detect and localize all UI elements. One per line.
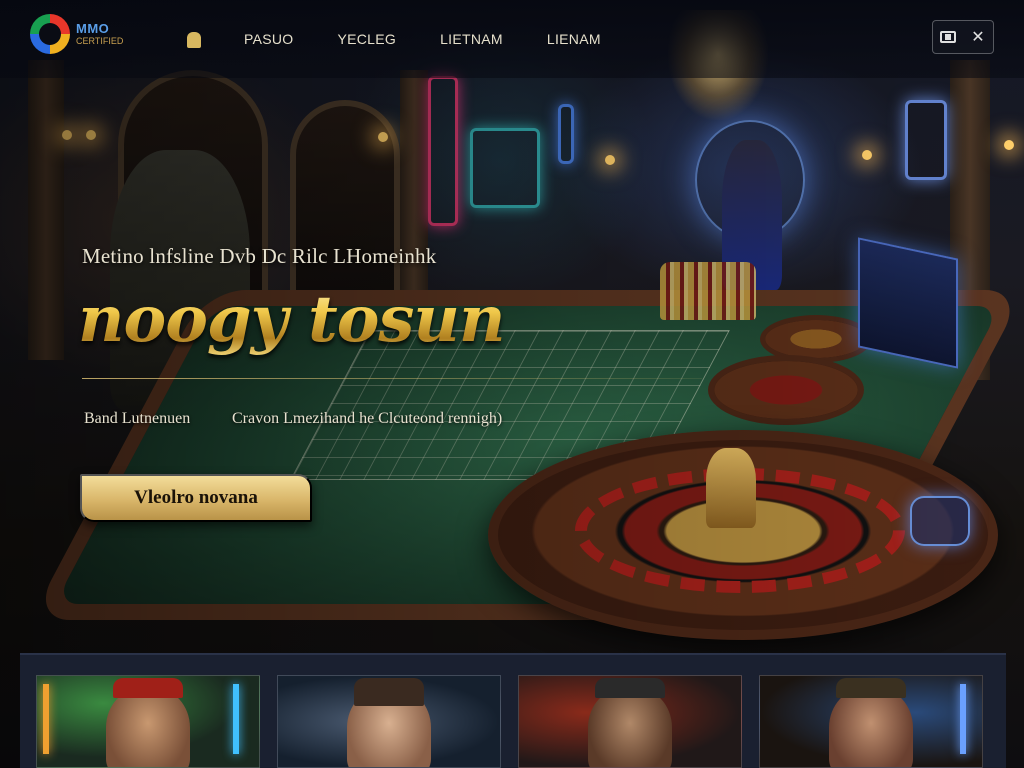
- hero-subtitle: Metino lnfsline Dvb Dc Rilc LHomeinhk: [82, 244, 437, 268]
- bell-icon[interactable]: [187, 32, 201, 48]
- game-card-4[interactable]: [759, 675, 983, 768]
- game-card-1[interactable]: [36, 675, 260, 768]
- nav-item-4[interactable]: LIENAM: [547, 31, 601, 47]
- neon-accent: [960, 684, 966, 754]
- masked-warrior-portrait-icon: [588, 687, 672, 767]
- hero-divider: [82, 378, 702, 379]
- hood-icon: [836, 678, 906, 698]
- logo-text: MMO CERTIFIED: [76, 22, 123, 46]
- hero-tagline-right: Cravon Lmezihand he Clcuteond rennigh): [232, 410, 503, 427]
- close-button[interactable]: ✕: [967, 26, 989, 48]
- header-controls: ✕: [932, 20, 994, 54]
- site-header: MMO CERTIFIED PASUO YECLEG LIETNAM LIENA…: [0, 0, 1024, 78]
- main-nav: PASUO YECLEG LIETNAM LIENAM: [244, 31, 601, 47]
- hero-title: noogy tosun: [78, 282, 505, 357]
- logo-line1: MMO: [76, 21, 110, 36]
- helmet-icon: [595, 678, 665, 698]
- nav-item-1[interactable]: PASUO: [244, 31, 293, 47]
- neon-accent: [43, 684, 49, 754]
- cta-button[interactable]: Vleolro novana: [80, 474, 312, 522]
- hat-icon: [113, 678, 183, 698]
- nav-item-2[interactable]: YECLEG: [337, 31, 396, 47]
- game-card-2[interactable]: [277, 675, 501, 768]
- logo-line2: CERTIFIED: [76, 36, 124, 46]
- game-cards: [36, 675, 988, 768]
- logo-emblem-icon: [30, 14, 70, 54]
- game-card-3[interactable]: [518, 675, 742, 768]
- old-warrior-portrait-icon: [829, 687, 913, 767]
- brand-logo[interactable]: MMO CERTIFIED: [30, 14, 123, 54]
- hero-tagline-left: Band Lutnenuen: [84, 410, 191, 427]
- neon-accent: [233, 684, 239, 754]
- language-button[interactable]: [937, 26, 959, 48]
- warrior-portrait-icon: [106, 687, 190, 767]
- flag-icon: [940, 31, 956, 43]
- close-icon: ✕: [971, 29, 985, 46]
- nav-item-3[interactable]: LIETNAM: [440, 31, 503, 47]
- hair-icon: [354, 678, 424, 706]
